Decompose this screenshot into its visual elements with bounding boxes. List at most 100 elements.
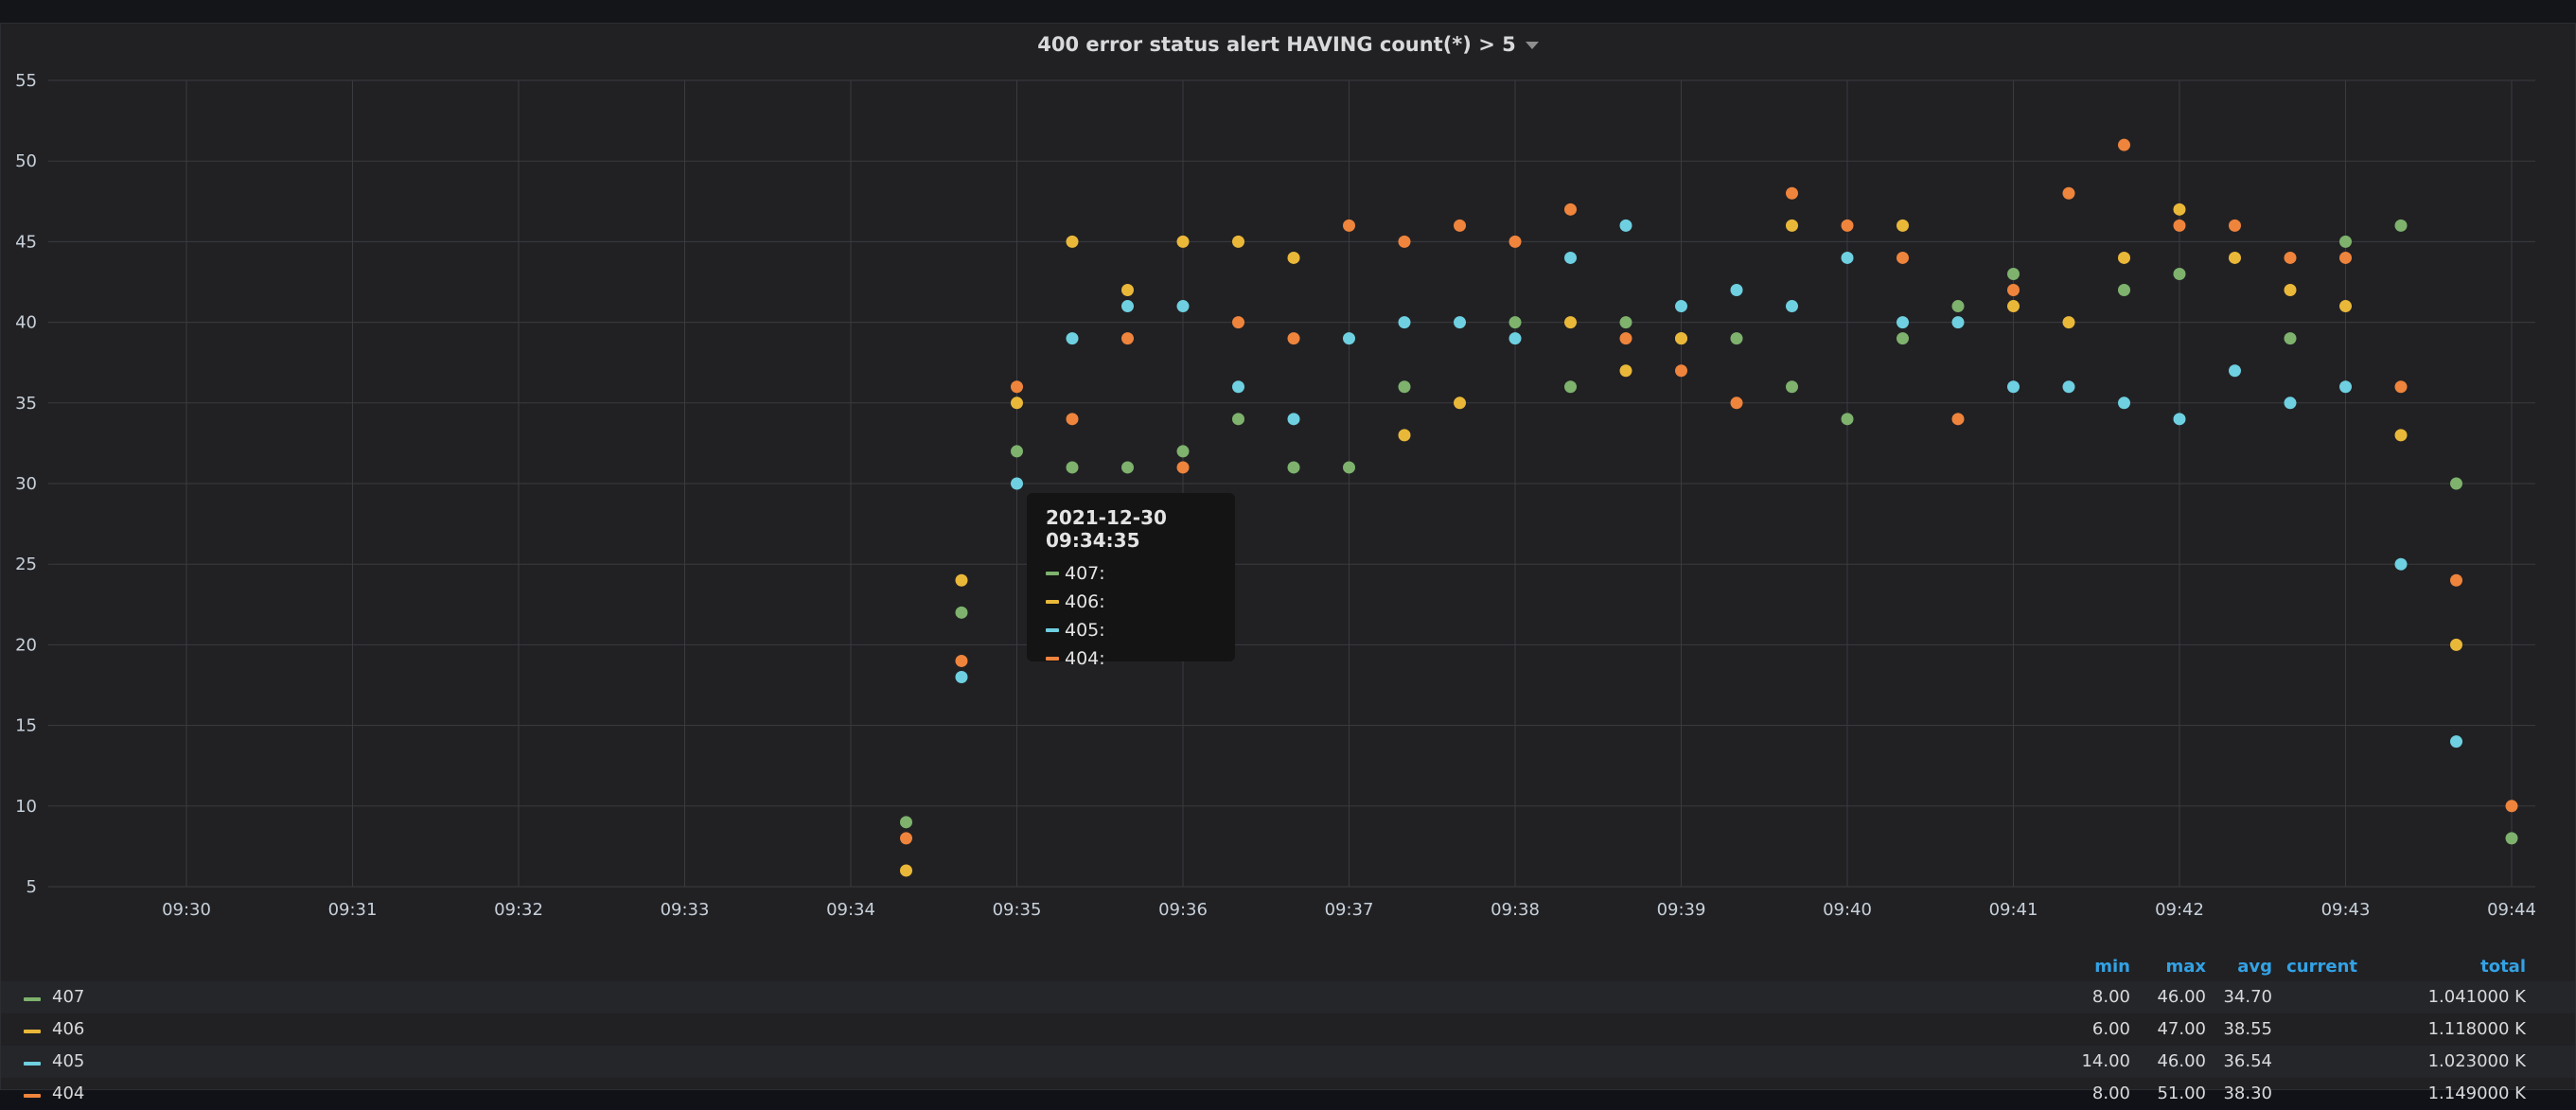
data-point-406[interactable] bbox=[2062, 316, 2075, 329]
data-point-405[interactable] bbox=[2450, 735, 2462, 749]
data-point-405[interactable] bbox=[1176, 300, 1190, 313]
data-point-405[interactable] bbox=[1951, 316, 1965, 329]
data-point-405[interactable] bbox=[2062, 380, 2075, 394]
data-point-407[interactable] bbox=[1287, 461, 1300, 474]
data-point-407[interactable] bbox=[2505, 832, 2518, 845]
legend-series-name[interactable]: 406 bbox=[52, 1019, 84, 1039]
data-point-404[interactable] bbox=[2118, 138, 2130, 151]
data-point-404[interactable] bbox=[2229, 219, 2241, 232]
data-point-404[interactable] bbox=[1066, 413, 1079, 426]
data-point-404[interactable] bbox=[1951, 413, 1965, 426]
series-swatch[interactable] bbox=[24, 1030, 41, 1033]
data-point-406[interactable] bbox=[1675, 332, 1687, 345]
data-point-404[interactable] bbox=[2007, 284, 2020, 297]
legend-series-name[interactable]: 405 bbox=[52, 1051, 84, 1071]
series-swatch[interactable] bbox=[24, 1062, 41, 1066]
series-swatch[interactable] bbox=[24, 997, 41, 1001]
data-point-404[interactable] bbox=[1121, 332, 1134, 345]
data-point-407[interactable] bbox=[900, 816, 912, 829]
data-point-406[interactable] bbox=[1121, 284, 1134, 297]
data-point-405[interactable] bbox=[955, 670, 968, 683]
data-point-405[interactable] bbox=[1509, 332, 1522, 345]
legend-row-405[interactable]: 405 14.00 46.00 36.54 1.023000 K bbox=[1, 1046, 2575, 1078]
data-point-404[interactable] bbox=[1619, 332, 1632, 345]
data-point-406[interactable] bbox=[955, 573, 968, 587]
data-point-404[interactable] bbox=[2173, 219, 2186, 232]
data-point-404[interactable] bbox=[1841, 219, 1854, 232]
data-point-407[interactable] bbox=[1343, 461, 1355, 474]
data-point-405[interactable] bbox=[1675, 300, 1687, 313]
data-point-406[interactable] bbox=[2173, 203, 2186, 216]
data-point-404[interactable] bbox=[955, 654, 968, 667]
data-point-404[interactable] bbox=[1232, 316, 1244, 329]
data-point-406[interactable] bbox=[1066, 235, 1079, 248]
data-point-404[interactable] bbox=[1675, 364, 1687, 378]
data-point-406[interactable] bbox=[2229, 251, 2241, 264]
data-point-404[interactable] bbox=[1564, 203, 1577, 216]
data-point-404[interactable] bbox=[2062, 186, 2075, 200]
data-point-406[interactable] bbox=[1176, 235, 1190, 248]
data-point-407[interactable] bbox=[1619, 316, 1632, 329]
data-point-406[interactable] bbox=[900, 864, 912, 877]
data-point-407[interactable] bbox=[2284, 332, 2297, 345]
data-point-406[interactable] bbox=[1398, 429, 1411, 442]
data-point-404[interactable] bbox=[1509, 235, 1522, 248]
legend-header-min[interactable]: min bbox=[2094, 957, 2130, 977]
data-point-405[interactable] bbox=[2118, 396, 2130, 410]
data-point-405[interactable] bbox=[1564, 251, 1577, 264]
data-point-407[interactable] bbox=[1232, 413, 1244, 426]
data-point-404[interactable] bbox=[1786, 186, 1798, 200]
data-point-407[interactable] bbox=[1897, 332, 1909, 345]
data-point-406[interactable] bbox=[2118, 251, 2130, 264]
data-point-407[interactable] bbox=[1564, 380, 1577, 394]
data-point-407[interactable] bbox=[2118, 284, 2130, 297]
data-point-405[interactable] bbox=[2339, 380, 2352, 394]
data-point-405[interactable] bbox=[1011, 477, 1023, 490]
data-point-405[interactable] bbox=[1232, 380, 1244, 394]
data-point-407[interactable] bbox=[1121, 461, 1134, 474]
data-point-405[interactable] bbox=[1897, 316, 1909, 329]
data-point-404[interactable] bbox=[1343, 219, 1355, 232]
data-point-406[interactable] bbox=[1232, 235, 1244, 248]
data-point-404[interactable] bbox=[2450, 573, 2462, 587]
data-point-404[interactable] bbox=[2394, 380, 2408, 394]
data-point-405[interactable] bbox=[1841, 251, 1854, 264]
data-point-406[interactable] bbox=[1897, 219, 1909, 232]
data-point-406[interactable] bbox=[1564, 316, 1577, 329]
data-point-407[interactable] bbox=[955, 606, 968, 619]
data-point-407[interactable] bbox=[1176, 445, 1190, 458]
data-point-405[interactable] bbox=[1398, 316, 1411, 329]
data-point-405[interactable] bbox=[1343, 332, 1355, 345]
data-point-405[interactable] bbox=[1066, 332, 1079, 345]
data-point-407[interactable] bbox=[2394, 219, 2408, 232]
data-point-405[interactable] bbox=[2007, 380, 2020, 394]
legend-header-avg[interactable]: avg bbox=[2237, 957, 2272, 977]
legend-series-name[interactable]: 404 bbox=[52, 1084, 84, 1103]
data-point-407[interactable] bbox=[1509, 316, 1522, 329]
data-point-405[interactable] bbox=[2394, 557, 2408, 571]
data-point-405[interactable] bbox=[1287, 413, 1300, 426]
data-point-405[interactable] bbox=[1786, 300, 1798, 313]
data-point-406[interactable] bbox=[1287, 251, 1300, 264]
data-point-405[interactable] bbox=[1619, 219, 1632, 232]
data-point-404[interactable] bbox=[1398, 235, 1411, 248]
data-point-405[interactable] bbox=[1454, 316, 1466, 329]
data-point-406[interactable] bbox=[1619, 364, 1632, 378]
data-point-404[interactable] bbox=[1011, 380, 1023, 394]
legend-row-407[interactable]: 407 8.00 46.00 34.70 1.041000 K bbox=[1, 981, 2575, 1013]
data-point-407[interactable] bbox=[1011, 445, 1023, 458]
data-point-404[interactable] bbox=[1287, 332, 1300, 345]
data-point-406[interactable] bbox=[1454, 396, 1466, 410]
data-point-405[interactable] bbox=[1730, 284, 1743, 297]
data-point-406[interactable] bbox=[1011, 396, 1023, 410]
data-point-407[interactable] bbox=[1730, 332, 1743, 345]
data-point-406[interactable] bbox=[2007, 300, 2020, 313]
scatter-plot[interactable]: 5 10 15 20 25 30 35 40 45 50 55 09:30 09:31 09:32 09:3… bbox=[1, 24, 2575, 951]
data-point-404[interactable] bbox=[900, 832, 912, 845]
data-point-407[interactable] bbox=[2450, 477, 2462, 490]
data-point-404[interactable] bbox=[1176, 461, 1190, 474]
data-point-407[interactable] bbox=[1786, 380, 1798, 394]
data-point-405[interactable] bbox=[1121, 300, 1134, 313]
legend-header-current[interactable]: current bbox=[2286, 957, 2357, 977]
data-point-406[interactable] bbox=[2450, 638, 2462, 651]
